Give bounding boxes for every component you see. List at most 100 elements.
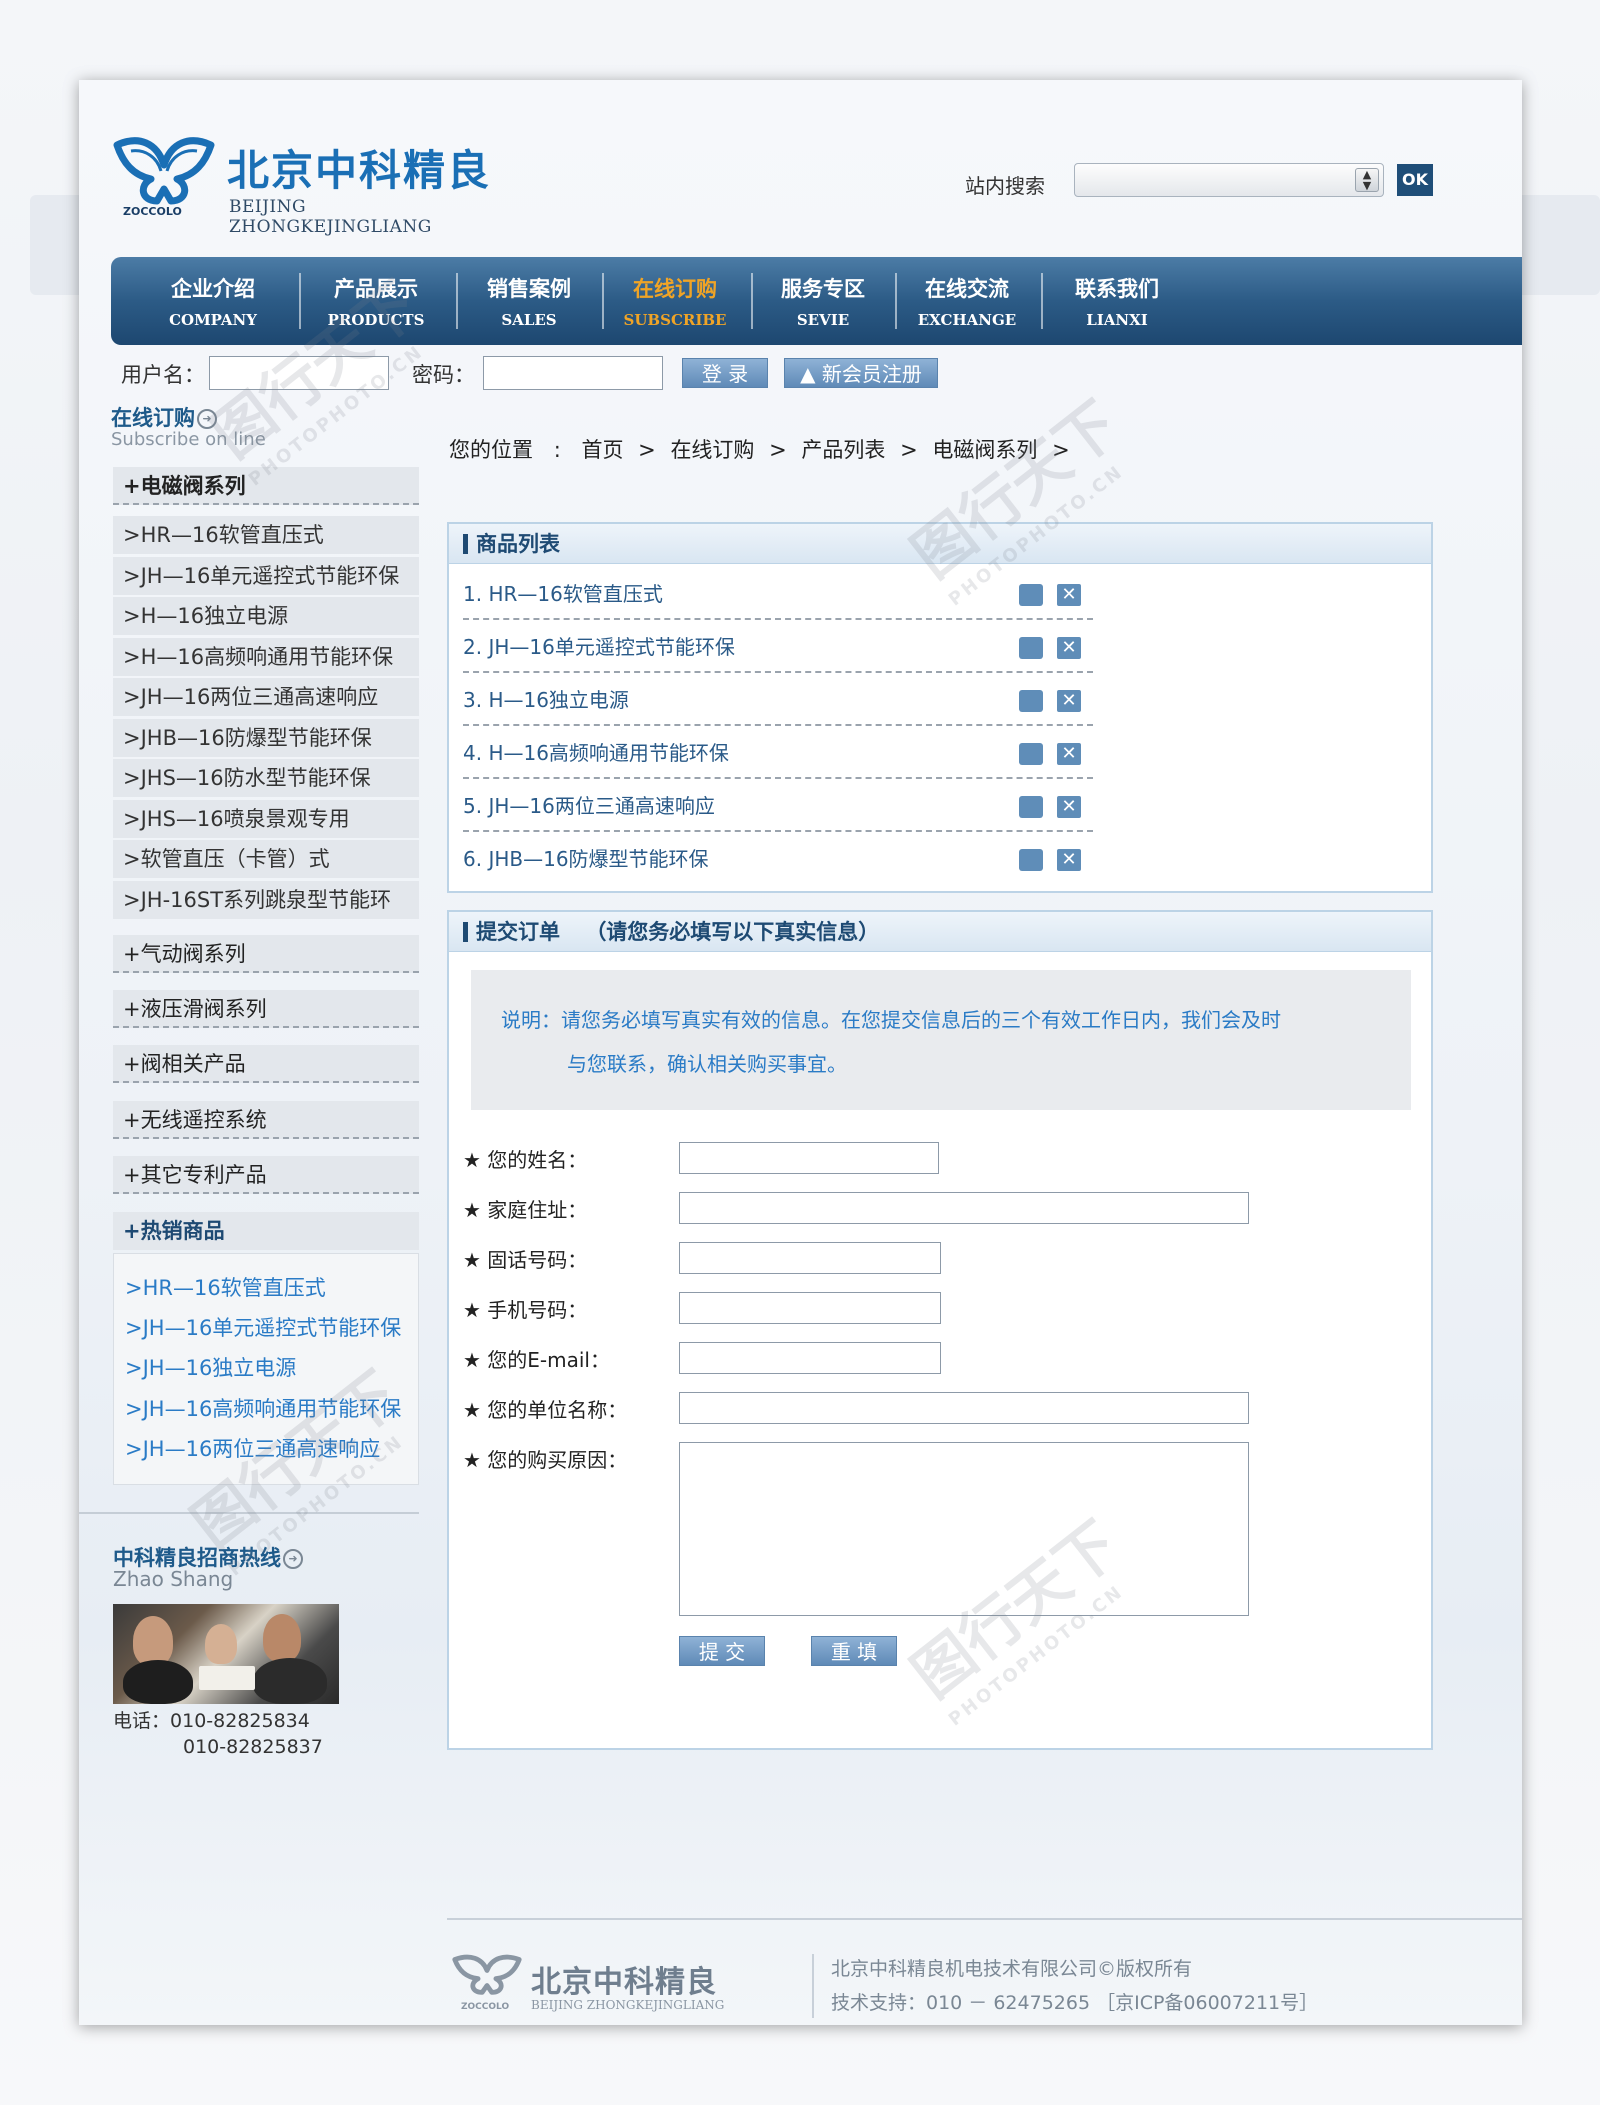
search-select[interactable]: ▲ ▼ xyxy=(1074,163,1384,197)
reset-button[interactable]: 重 填 xyxy=(811,1636,897,1666)
register-button[interactable]: ▲ 新会员注册 xyxy=(784,358,938,388)
cart-icon[interactable] xyxy=(1019,690,1043,712)
nav-label-en: SALES xyxy=(501,311,557,329)
category-pneumatic[interactable]: +气动阀系列 xyxy=(113,935,419,973)
category-wireless[interactable]: +无线遥控系统 xyxy=(113,1101,419,1139)
address-input[interactable] xyxy=(679,1192,1249,1224)
close-icon[interactable]: ✕ xyxy=(1057,796,1081,818)
product-name[interactable]: 3. H—16独立电源 xyxy=(463,688,629,712)
name-input[interactable] xyxy=(679,1142,939,1174)
breadcrumb-product-list[interactable]: 产品列表 xyxy=(801,438,885,462)
category-other[interactable]: +其它专利产品 xyxy=(113,1156,419,1194)
close-icon[interactable]: ✕ xyxy=(1057,849,1081,871)
nav-divider xyxy=(456,273,458,329)
password-input[interactable] xyxy=(483,356,663,390)
breadcrumb-solenoid[interactable]: 电磁阀系列 xyxy=(932,438,1037,462)
mobile-label: ★ 手机号码： xyxy=(463,1298,588,1322)
brand-logo[interactable]: ZOCCOLO 北京中科精良 BEIJING ZHONGKEJINGLIANG xyxy=(109,135,509,237)
nav-contact[interactable]: 联系我们 LIANXI xyxy=(1067,257,1167,345)
breadcrumb-subscribe[interactable]: 在线订购 xyxy=(670,438,754,462)
category-valve-related[interactable]: +阀相关产品 xyxy=(113,1045,419,1083)
username-label: 用户名： xyxy=(121,363,205,387)
sidebar-title-text: 在线订购 xyxy=(111,406,195,430)
nav-label-en: LIANXI xyxy=(1086,311,1148,329)
product-row[interactable]: 6. JHB—16防爆型节能环保 ✕ xyxy=(463,833,1093,885)
circle-arrow-icon: ➜ xyxy=(197,409,217,429)
phone-number-2: 010-82825837 xyxy=(183,1736,323,1758)
product-row[interactable]: 2. JH—16单元遥控式节能环保 ✕ xyxy=(463,621,1093,673)
sidebar-sub-item[interactable]: >JH—16单元遥控式节能环保 xyxy=(113,557,419,595)
nav-sales[interactable]: 销售案例 SALES xyxy=(479,257,579,345)
sidebar-sub-item[interactable]: >软管直压（卡管）式 xyxy=(113,840,419,878)
category-solenoid[interactable]: +电磁阀系列 xyxy=(113,467,419,505)
product-name[interactable]: 1. HR—16软管直压式 xyxy=(463,582,663,606)
nav-products[interactable]: 产品展示 PRODUCTS xyxy=(321,257,431,345)
product-list-title: 商品列表 xyxy=(476,532,560,556)
sidebar-sub-item[interactable]: >JHB—16防爆型节能环保 xyxy=(113,719,419,757)
product-name[interactable]: 5. JH—16两位三通高速响应 xyxy=(463,794,715,818)
order-header: 提交订单 （请您务必填写以下真实信息） xyxy=(449,912,1431,952)
cart-icon[interactable] xyxy=(1019,743,1043,765)
reason-textarea[interactable] xyxy=(679,1442,1249,1616)
submit-button[interactable]: 提 交 xyxy=(679,1636,765,1666)
footer-brand-en: BEIJING ZHONGKEJINGLIANG xyxy=(531,1998,725,2012)
sidebar-sub-item[interactable]: >H—16独立电源 xyxy=(113,597,419,635)
cart-icon[interactable] xyxy=(1019,584,1043,606)
sidebar-sub-item[interactable]: >JH—16两位三通高速响应 xyxy=(113,678,419,716)
hotline-phones: 电话：010-82825834 010-82825837 xyxy=(113,1708,323,1760)
header-bar-icon xyxy=(463,533,468,554)
product-name[interactable]: 6. JHB—16防爆型节能环保 xyxy=(463,847,709,871)
hot-item[interactable]: >JH—16两位三通高速响应 xyxy=(125,1433,380,1463)
cart-icon[interactable] xyxy=(1019,849,1043,871)
close-icon[interactable]: ✕ xyxy=(1057,743,1081,765)
cart-icon[interactable] xyxy=(1019,637,1043,659)
brand-name-en: BEIJING ZHONGKEJINGLIANG xyxy=(229,197,432,237)
company-input[interactable] xyxy=(679,1392,1249,1424)
header-bar-icon xyxy=(463,921,468,942)
cart-icon[interactable] xyxy=(1019,796,1043,818)
nav-exchange[interactable]: 在线交流 EXCHANGE xyxy=(917,257,1017,345)
register-label: 新会员注册 xyxy=(821,362,922,386)
order-note-line-1: 说明：请您务必填写真实有效的信息。在您提交信息后的三个有效工作日内，我们会及时 xyxy=(501,1008,1281,1032)
hot-item[interactable]: >JH—16单元遥控式节能环保 xyxy=(125,1312,401,1342)
hot-item[interactable]: >HR—16软管直压式 xyxy=(125,1272,326,1302)
product-name[interactable]: 4. H—16高频响通用节能环保 xyxy=(463,741,729,765)
nav-service[interactable]: 服务专区 SEVIE xyxy=(773,257,873,345)
sidebar-sub-item[interactable]: >JHS—16喷泉景观专用 xyxy=(113,800,419,838)
hotline-subtitle: Zhao Shang xyxy=(113,1567,234,1591)
email-input[interactable] xyxy=(679,1342,941,1374)
sidebar-title: 在线订购 ➜ xyxy=(111,402,217,432)
nav-label-cn: 产品展示 xyxy=(334,277,418,301)
close-icon[interactable]: ✕ xyxy=(1057,690,1081,712)
product-row[interactable]: 4. H—16高频响通用节能环保 ✕ xyxy=(463,727,1093,779)
breadcrumb-home[interactable]: 首页 xyxy=(581,438,623,462)
username-input[interactable] xyxy=(209,356,389,390)
product-name[interactable]: 2. JH—16单元遥控式节能环保 xyxy=(463,635,735,659)
page: ZOCCOLO 北京中科精良 BEIJING ZHONGKEJINGLIANG … xyxy=(79,80,1522,2025)
hot-item[interactable]: >JH—16独立电源 xyxy=(125,1352,296,1382)
close-icon[interactable]: ✕ xyxy=(1057,637,1081,659)
close-icon[interactable]: ✕ xyxy=(1057,584,1081,606)
sidebar-sub-item[interactable]: >JHS—16防水型节能环保 xyxy=(113,759,419,797)
category-hydraulic[interactable]: +液压滑阀系列 xyxy=(113,990,419,1028)
nav-divider xyxy=(895,273,897,329)
sidebar-sub-item[interactable]: >H—16高频响通用节能环保 xyxy=(113,638,419,676)
order-note-line-2: 与您联系，确认相关购买事宜。 xyxy=(567,1052,847,1076)
search-ok-button[interactable]: OK xyxy=(1397,164,1433,196)
login-button[interactable]: 登 录 xyxy=(682,358,768,388)
butterfly-logo-icon xyxy=(452,1954,522,1995)
sidebar-sub-item[interactable]: >HR—16软管直压式 xyxy=(113,516,419,554)
nav-divider xyxy=(299,273,301,329)
product-row[interactable]: 1. HR—16软管直压式 ✕ xyxy=(463,568,1093,620)
footer-vertical-divider xyxy=(812,1954,814,2018)
nav-company[interactable]: 企业介绍 COMPANY xyxy=(153,257,273,345)
sidebar-sub-item[interactable]: >JH-16ST系列跳泉型节能环 xyxy=(113,881,419,919)
mobile-input[interactable] xyxy=(679,1292,941,1324)
landline-input[interactable] xyxy=(679,1242,941,1274)
footer-brand-cn: 北京中科精良 xyxy=(531,1965,717,2000)
circle-arrow-icon: ➜ xyxy=(283,1549,303,1569)
product-row[interactable]: 5. JH—16两位三通高速响应 ✕ xyxy=(463,780,1093,832)
product-row[interactable]: 3. H—16独立电源 ✕ xyxy=(463,674,1093,726)
hot-item[interactable]: >JH—16高频响通用节能环保 xyxy=(125,1393,401,1423)
nav-subscribe[interactable]: 在线订购 SUBSCRIBE xyxy=(623,257,727,345)
